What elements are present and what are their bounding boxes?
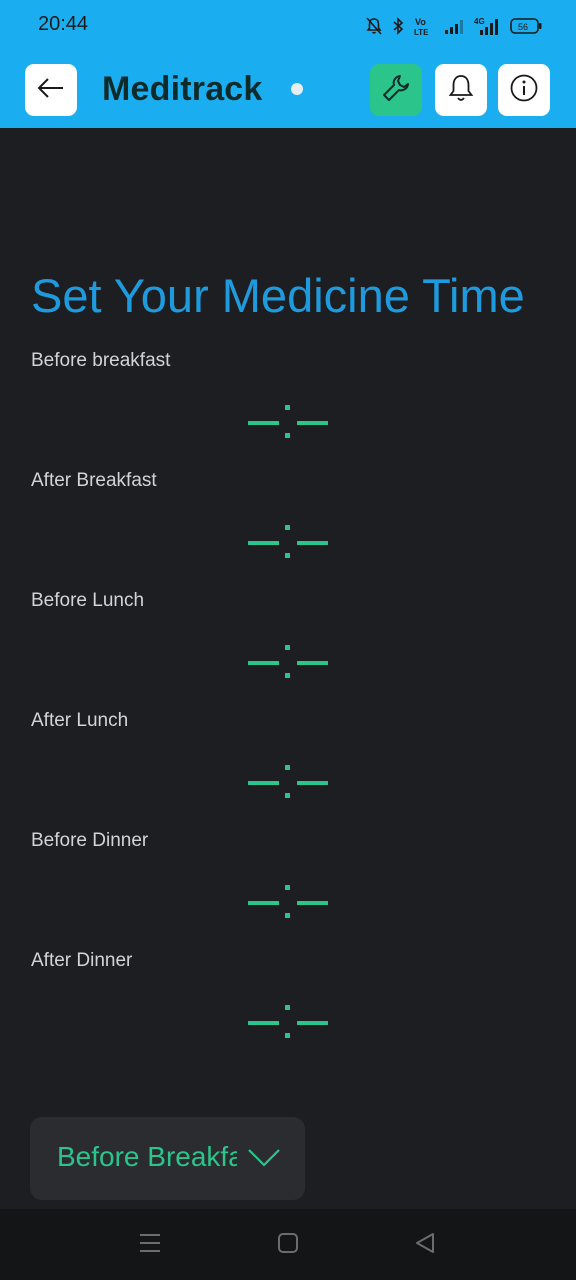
wrench-icon [381, 73, 411, 108]
slot-label: Before Lunch [31, 590, 145, 611]
app-header: 20:44 Vo LTE 4G 56 Meditrack [0, 0, 576, 128]
connection-status-dot [291, 83, 303, 95]
notifications-button[interactable] [435, 64, 487, 116]
status-icons: Vo LTE 4G 56 [366, 14, 542, 38]
slot-label: Before breakfast [31, 350, 171, 371]
slot-select-dropdown[interactable]: Before Breakfast [30, 1117, 305, 1200]
mute-bell-icon [366, 17, 382, 35]
settings-button[interactable] [370, 64, 422, 116]
dropdown-selected-value: Before Breakfast [57, 1141, 237, 1172]
system-nav-bar [0, 1209, 576, 1280]
triangle-back-icon [414, 1232, 436, 1259]
slot-label: After Dinner [31, 950, 133, 971]
signal-icon [444, 18, 464, 34]
home-button[interactable] [274, 1231, 302, 1259]
volte-icon: Vo LTE [414, 16, 434, 36]
page-title: Set Your Medicine Time [31, 269, 525, 322]
signal-4g-icon: 4G [474, 17, 500, 35]
back-button[interactable] [25, 64, 77, 116]
app-title: Meditrack [102, 70, 263, 108]
info-icon [509, 73, 539, 108]
chevron-down-icon [247, 1145, 281, 1174]
bell-icon [448, 73, 474, 108]
time-picker-display[interactable] [248, 885, 328, 921]
svg-text:Vo: Vo [415, 17, 426, 27]
menu-icon [139, 1232, 161, 1259]
arrow-left-icon [36, 76, 66, 105]
svg-text:4G: 4G [474, 17, 485, 26]
time-picker-display[interactable] [248, 765, 328, 801]
time-picker-display[interactable] [248, 405, 328, 441]
back-nav-button[interactable] [411, 1231, 439, 1259]
slot-label: After Lunch [31, 710, 129, 731]
time-picker-display[interactable] [248, 1005, 328, 1041]
time-picker-display[interactable] [248, 525, 328, 561]
square-icon [277, 1232, 299, 1259]
time-picker-display[interactable] [248, 645, 328, 681]
recent-apps-button[interactable] [136, 1231, 164, 1259]
battery-icon: 56 [510, 18, 542, 34]
svg-text:LTE: LTE [414, 28, 429, 36]
status-time: 20:44 [38, 13, 89, 35]
battery-level: 56 [518, 22, 528, 32]
slot-label: After Breakfast [31, 470, 157, 491]
info-button[interactable] [498, 64, 550, 116]
slot-label: Before Dinner [31, 830, 149, 851]
bluetooth-icon [392, 17, 404, 35]
